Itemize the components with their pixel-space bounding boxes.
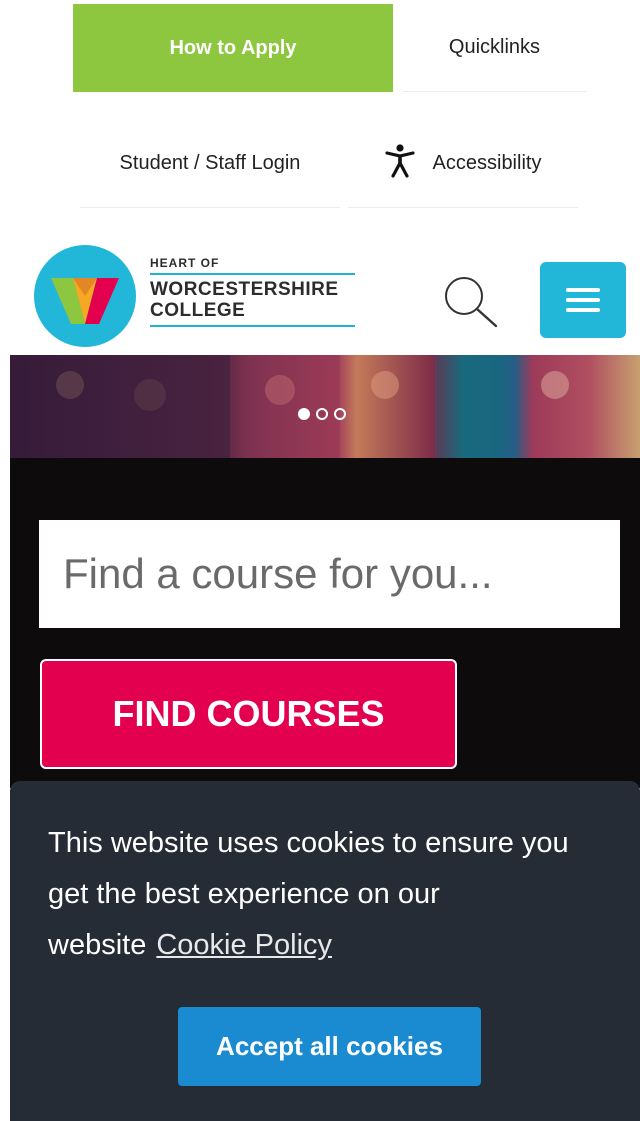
hamburger-icon-bar [566, 308, 600, 312]
logo-line-2: WORCESTERSHIRE [150, 279, 339, 300]
search-icon[interactable] [440, 272, 502, 334]
accept-all-cookies-button[interactable]: Accept all cookies [178, 1007, 481, 1086]
cookie-policy-link[interactable]: Cookie Policy [156, 929, 332, 961]
cookie-message: This website uses cookies to ensure you … [48, 818, 588, 971]
course-search-input[interactable] [39, 520, 620, 628]
carousel-dot-1[interactable] [298, 408, 310, 420]
student-staff-login-link[interactable]: Student / Staff Login [80, 120, 340, 208]
carousel-dot-3[interactable] [334, 408, 346, 420]
accessibility-label: Accessibility [432, 152, 542, 174]
find-courses-button[interactable]: FIND COURSES [40, 659, 457, 769]
logo-line-3: COLLEGE [150, 300, 246, 321]
menu-button[interactable] [540, 262, 626, 338]
hamburger-icon-bar [566, 298, 600, 302]
carousel-dot-2[interactable] [316, 408, 328, 420]
how-to-apply-button[interactable]: How to Apply [73, 4, 393, 92]
carousel-pagination [298, 408, 346, 420]
accessibility-icon [384, 143, 415, 184]
logo-divider-bottom [150, 325, 355, 327]
logo-line-1: HEART OF [150, 256, 220, 270]
accessibility-link[interactable]: Accessibility [348, 120, 578, 208]
logo-mark-icon [34, 245, 136, 347]
quicklinks-link[interactable]: Quicklinks [403, 4, 586, 92]
hero-carousel [10, 355, 640, 458]
hamburger-icon-bar [566, 288, 600, 292]
logo-wordmark: HEART OF WORCESTERSHIRE COLLEGE [150, 256, 362, 327]
logo-divider [150, 273, 355, 275]
